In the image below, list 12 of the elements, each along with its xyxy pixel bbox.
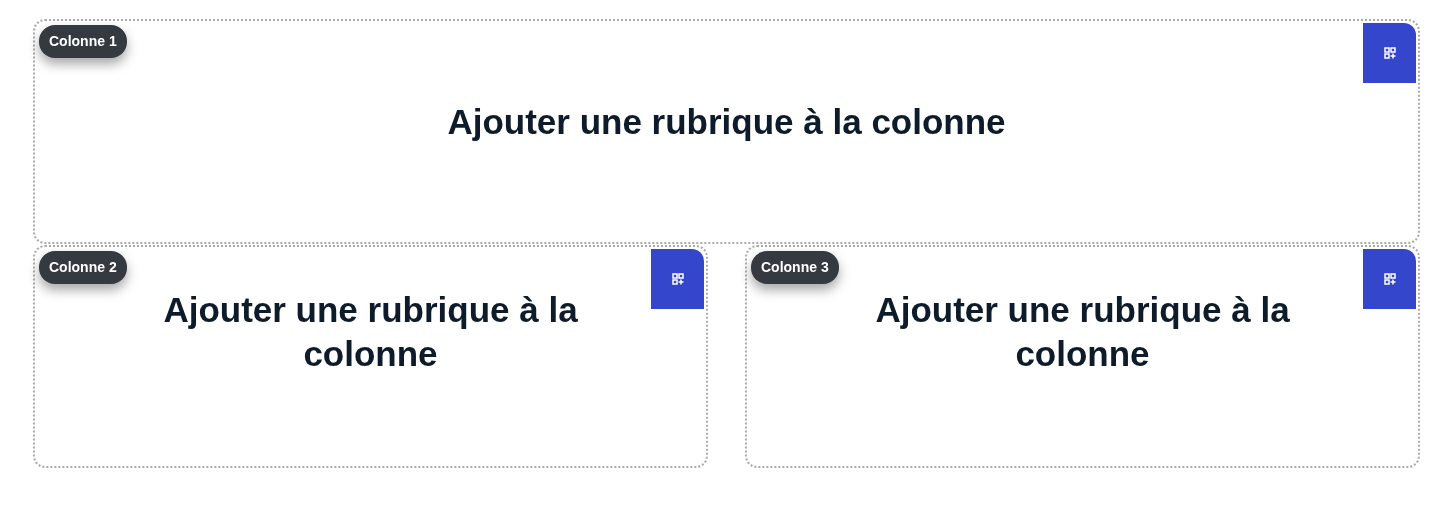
column-label: Colonne 1 xyxy=(39,25,127,58)
add-section-button[interactable] xyxy=(651,249,704,309)
add-section-button[interactable] xyxy=(1363,23,1416,83)
column-label: Colonne 2 xyxy=(39,251,127,284)
add-block-icon xyxy=(1383,273,1396,285)
add-section-prompt: Ajouter une rubrique à la colonne xyxy=(447,100,1006,143)
add-block-icon xyxy=(671,273,684,285)
add-section-prompt: Ajouter une rubrique à la colonne xyxy=(162,288,579,375)
add-section-button[interactable] xyxy=(1363,249,1416,309)
add-block-icon xyxy=(1383,47,1396,59)
add-section-prompt: Ajouter une rubrique à la colonne xyxy=(874,288,1291,375)
column-label: Colonne 3 xyxy=(751,251,839,284)
